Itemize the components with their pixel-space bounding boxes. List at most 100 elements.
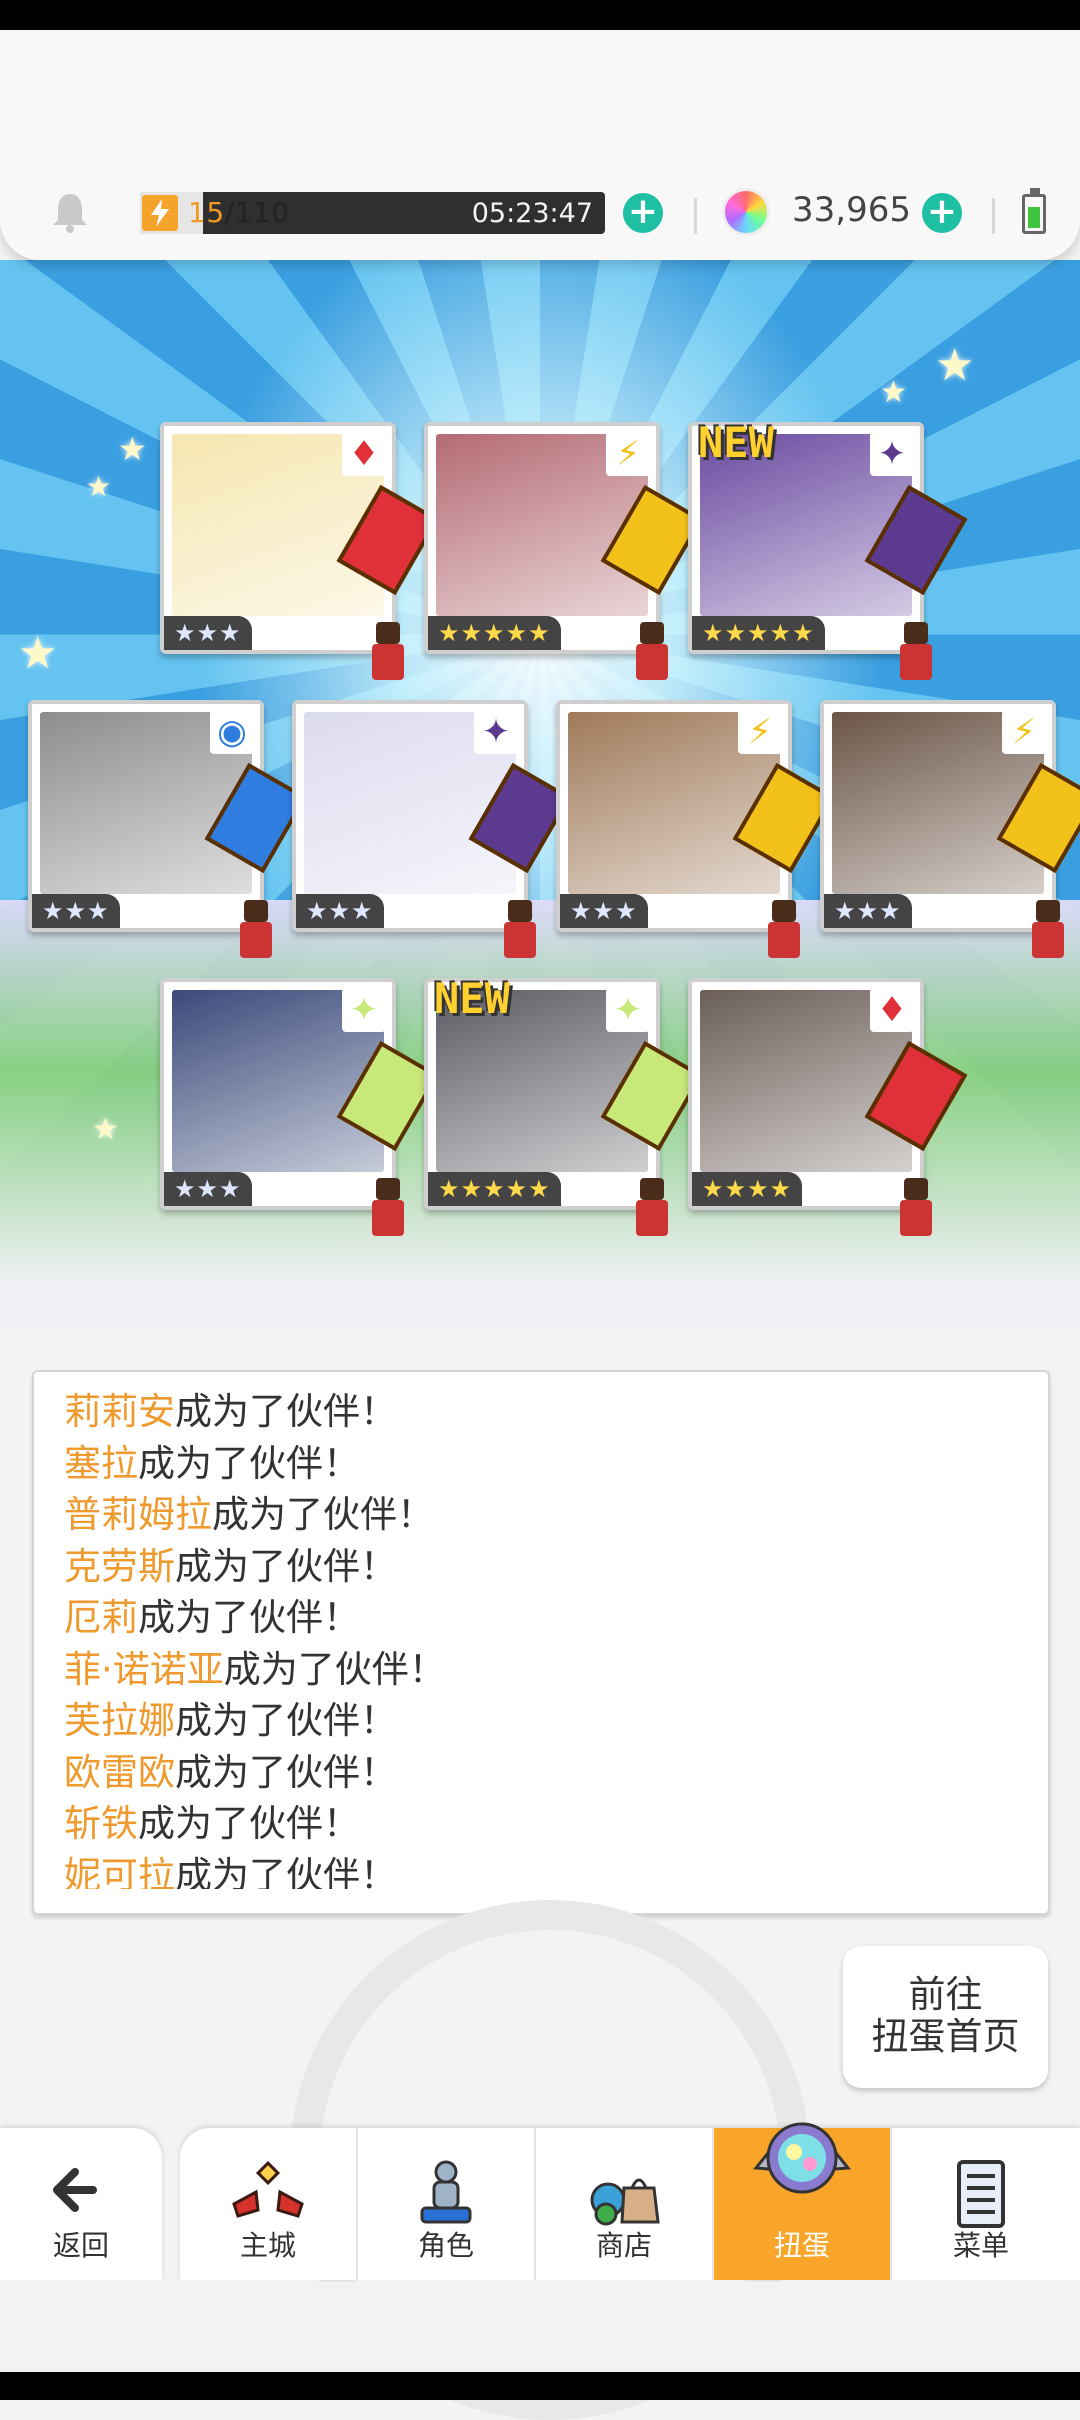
result-card[interactable]: ✦ ★★★★★ NEW	[688, 418, 968, 680]
log-suffix: 成为了伙伴！	[138, 1596, 360, 1639]
log-line: 厄莉成为了伙伴！	[64, 1592, 1028, 1644]
log-line: 克劳斯成为了伙伴！	[64, 1541, 1028, 1593]
rarity-stars: ★★★	[164, 616, 252, 650]
stamina-bar: 15/110 05:23:47	[140, 192, 605, 234]
tab-label: 菜单	[952, 2229, 1009, 2262]
rarity-stars: ★★★★★	[428, 616, 561, 650]
result-log[interactable]: 莉莉安成为了伙伴！ 塞拉成为了伙伴！ 普莉姆拉成为了伙伴！ 克劳斯成为了伙伴！ 厄莉成为…	[32, 1370, 1050, 1915]
back-button[interactable]: 返回	[0, 2128, 162, 2280]
rarity-stars: ★★★	[296, 894, 384, 928]
bottom-navigation: 返回 主城 角色 商店 扭蛋 菜单	[0, 2122, 1080, 2288]
result-card[interactable]: ✦ ★★★	[160, 978, 440, 1236]
result-card[interactable]: ⚡ ★★★	[556, 700, 836, 958]
back-label: 返回	[52, 2229, 109, 2262]
attribute-icon: ✦	[870, 432, 914, 476]
log-suffix: 成为了伙伴！	[223, 1647, 446, 1691]
attribute-icon: ✦	[342, 988, 386, 1032]
pixel-character-sprite	[632, 1178, 672, 1236]
pixel-character-sprite	[896, 1178, 936, 1236]
tab-main-city[interactable]: 主城	[180, 2128, 358, 2280]
sparkle-star-icon: ★	[92, 1112, 119, 1147]
tab-shop[interactable]: 商店	[536, 2128, 714, 2280]
add-gems-button[interactable]: +	[922, 193, 962, 233]
tab-menu[interactable]: 菜单	[892, 2128, 1070, 2280]
companion-name: 芙拉娜	[64, 1699, 175, 1742]
sparkle-star-icon: ★	[935, 340, 975, 391]
sparkle-star-icon: ★	[18, 628, 58, 679]
tab-gacha[interactable]: 扭蛋	[714, 2122, 892, 2280]
log-suffix: 成为了伙伴！	[138, 1441, 360, 1485]
companion-name: 妮可拉	[64, 1853, 175, 1890]
companion-name: 莉莉安	[64, 1390, 175, 1433]
rarity-stars: ★★★★★	[692, 616, 825, 650]
sparkle-star-icon: ★	[118, 430, 147, 468]
log-suffix: 成为了伙伴！	[212, 1493, 434, 1536]
result-card[interactable]: ✦ ★★★★★ NEW	[424, 974, 704, 1236]
arrow-left-icon	[53, 2168, 97, 2212]
rarity-stars: ★★★	[824, 894, 912, 928]
add-stamina-button[interactable]: +	[623, 193, 663, 233]
pixel-character-sprite	[500, 900, 540, 958]
menu-list-icon	[957, 2160, 1005, 2228]
companion-name: 菲·诺诺亚	[64, 1647, 224, 1691]
attribute-icon: ♦	[342, 432, 386, 476]
tab-label: 扭蛋	[773, 2229, 830, 2262]
log-line: 菲·诺诺亚成为了伙伴！	[64, 1644, 1028, 1696]
pixel-character-sprite	[1028, 900, 1068, 958]
pixel-character-sprite	[896, 622, 936, 680]
system-status-bar	[0, 0, 1080, 30]
log-line: 塞拉成为了伙伴！	[64, 1438, 1028, 1490]
result-card[interactable]: ⚡ ★★★	[820, 700, 1080, 958]
pixel-character-sprite	[764, 900, 804, 958]
gem-count: 33,965	[792, 190, 911, 230]
log-suffix: 成为了伙伴！	[175, 1853, 397, 1890]
log-suffix: 成为了伙伴！	[175, 1390, 397, 1433]
companion-name: 克劳斯	[64, 1544, 175, 1588]
log-line: 欧雷欧成为了伙伴！	[64, 1747, 1028, 1799]
attribute-icon: ⚡	[738, 710, 782, 754]
result-card[interactable]: ◉ ★★★	[28, 700, 308, 958]
pixel-character-sprite	[236, 900, 276, 958]
companion-name: 厄莉	[64, 1596, 138, 1639]
rarity-stars: ★★★	[164, 1172, 252, 1206]
tab-label: 商店	[595, 2229, 652, 2262]
companion-name: 斩铁	[64, 1802, 138, 1845]
goto-button-line2: 扭蛋首页	[871, 2015, 1020, 2058]
rarity-stars: ★★★★★	[428, 1172, 561, 1206]
result-card[interactable]: ✦ ★★★	[292, 700, 572, 958]
log-line: 普莉姆拉成为了伙伴！	[64, 1489, 1028, 1541]
pixel-character-sprite	[368, 622, 408, 680]
tab-characters[interactable]: 角色	[358, 2128, 536, 2280]
log-suffix: 成为了伙伴！	[175, 1699, 397, 1742]
goto-gacha-home-button[interactable]: 前往 扭蛋首页	[843, 1946, 1048, 2088]
new-badge: NEW	[698, 418, 774, 467]
attribute-icon: ⚡	[1002, 710, 1046, 754]
rarity-stars: ★★★	[32, 894, 120, 928]
stamina-value: 15/110	[188, 196, 290, 229]
log-suffix: 成为了伙伴！	[138, 1802, 360, 1845]
rarity-stars: ★★★	[560, 894, 648, 928]
result-card[interactable]: ⚡ ★★★★★	[424, 422, 704, 680]
pixel-character-sprite	[368, 1178, 408, 1236]
goto-button-line1: 前往	[908, 1973, 983, 2016]
companion-name: 普莉姆拉	[64, 1493, 212, 1536]
result-log-list: 莉莉安成为了伙伴！ 塞拉成为了伙伴！ 普莉姆拉成为了伙伴！ 克劳斯成为了伙伴！ 厄莉成为…	[64, 1386, 1028, 1889]
notification-bell-icon[interactable]	[48, 190, 92, 234]
log-line: 妮可拉成为了伙伴！	[64, 1850, 1028, 1890]
divider	[694, 198, 697, 234]
resource-header: 15/110 05:23:47 + 33,965 +	[0, 30, 1080, 260]
attribute-icon: ♦	[870, 988, 914, 1032]
pixel-character-sprite	[632, 622, 672, 680]
nav-tabs: 主城 角色 商店 扭蛋 菜单	[180, 2122, 1080, 2280]
castle-icon	[232, 2160, 304, 2218]
battery-icon	[1022, 194, 1046, 234]
attribute-icon: ✦	[606, 988, 650, 1032]
result-card[interactable]: ♦ ★★★★	[688, 978, 968, 1236]
divider	[992, 198, 995, 234]
result-card[interactable]: ♦ ★★★	[160, 422, 440, 680]
log-line: 莉莉安成为了伙伴！	[64, 1386, 1028, 1438]
companion-name: 塞拉	[64, 1441, 138, 1485]
character-statue-icon	[420, 2160, 472, 2224]
log-line: 芙拉娜成为了伙伴！	[64, 1695, 1028, 1747]
attribute-icon: ✦	[474, 710, 518, 754]
